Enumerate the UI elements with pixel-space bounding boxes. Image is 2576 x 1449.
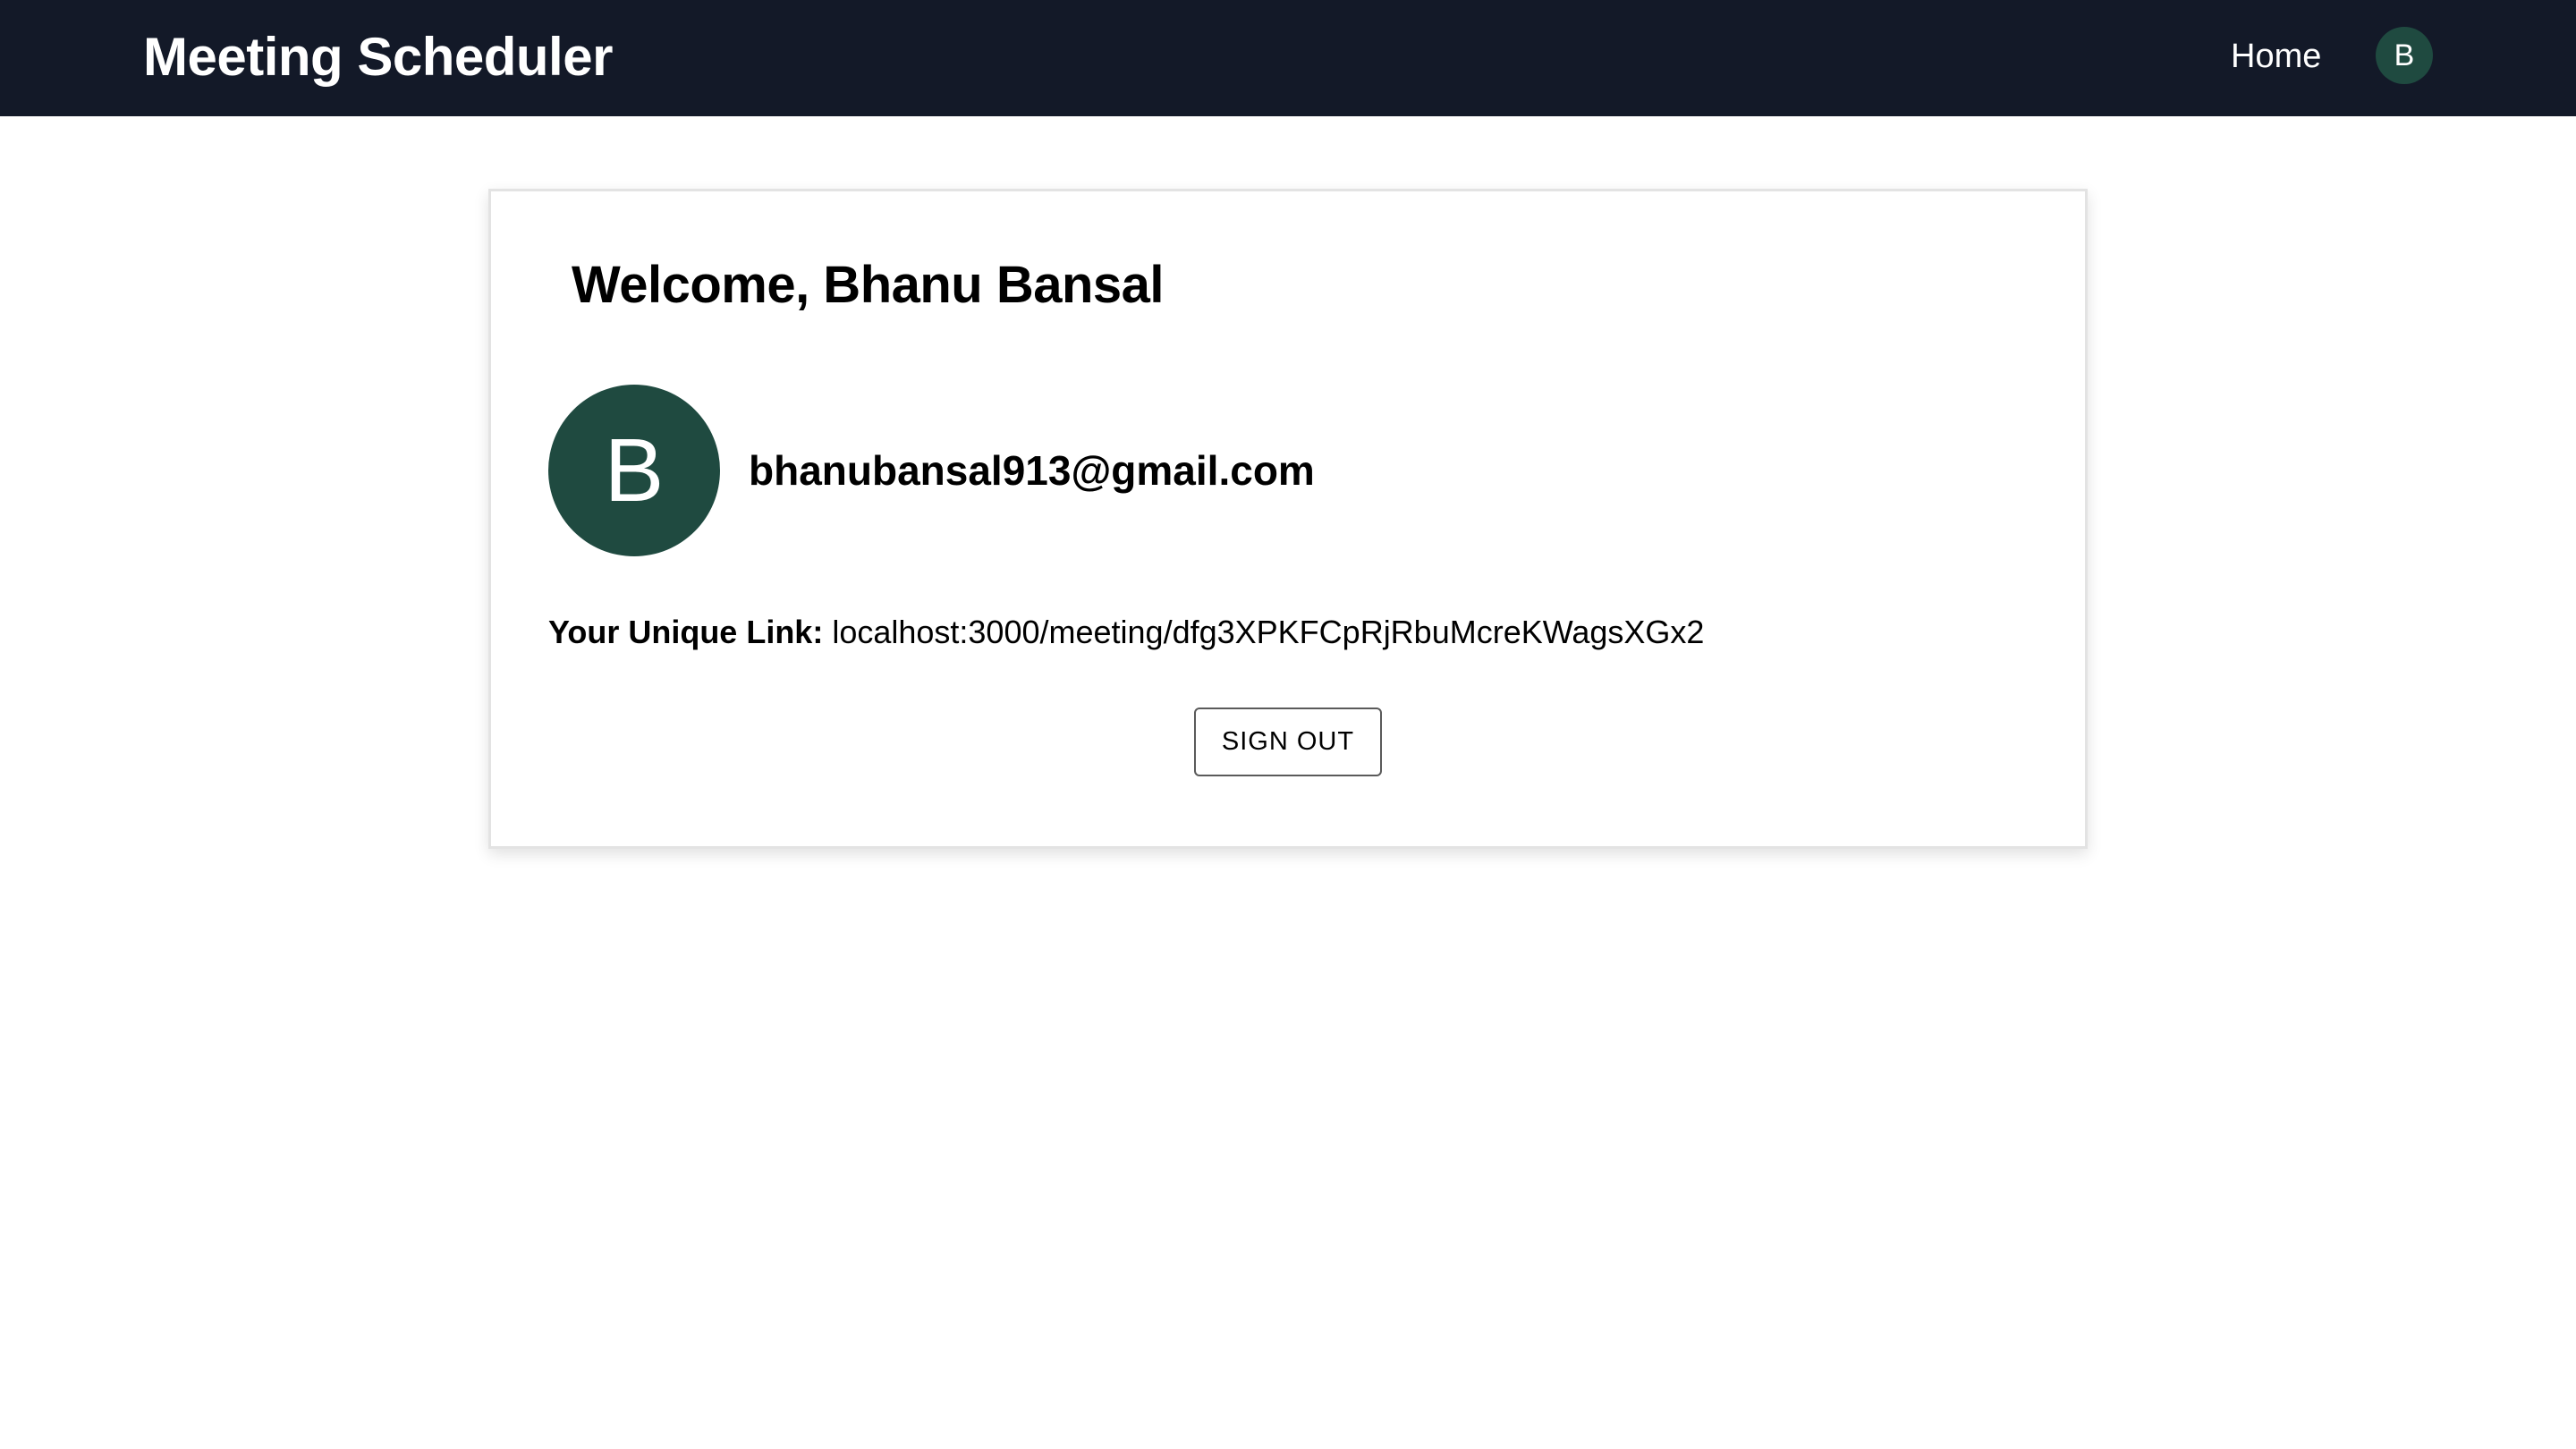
user-avatar-button[interactable]: B bbox=[2376, 27, 2433, 84]
unique-link-row: Your Unique Link: localhost:3000/meeting… bbox=[548, 612, 1704, 653]
unique-link-label: Your Unique Link: bbox=[548, 614, 833, 650]
sign-out-button[interactable]: SIGN OUT bbox=[1194, 708, 1382, 776]
profile-avatar: B bbox=[548, 385, 720, 556]
app-title[interactable]: Meeting Scheduler bbox=[143, 23, 613, 91]
profile-card: Welcome, Bhanu Bansal B bhanubansal913@g… bbox=[488, 189, 2088, 849]
unique-link-value: localhost:3000/meeting/dfg3XPKFCpRjRbuMc… bbox=[832, 614, 1705, 650]
user-email: bhanubansal913@gmail.com bbox=[749, 447, 1315, 494]
nav-home-link[interactable]: Home bbox=[2231, 34, 2321, 79]
top-navbar: Meeting Scheduler Home B bbox=[0, 0, 2576, 116]
welcome-heading: Welcome, Bhanu Bansal bbox=[572, 256, 1165, 314]
